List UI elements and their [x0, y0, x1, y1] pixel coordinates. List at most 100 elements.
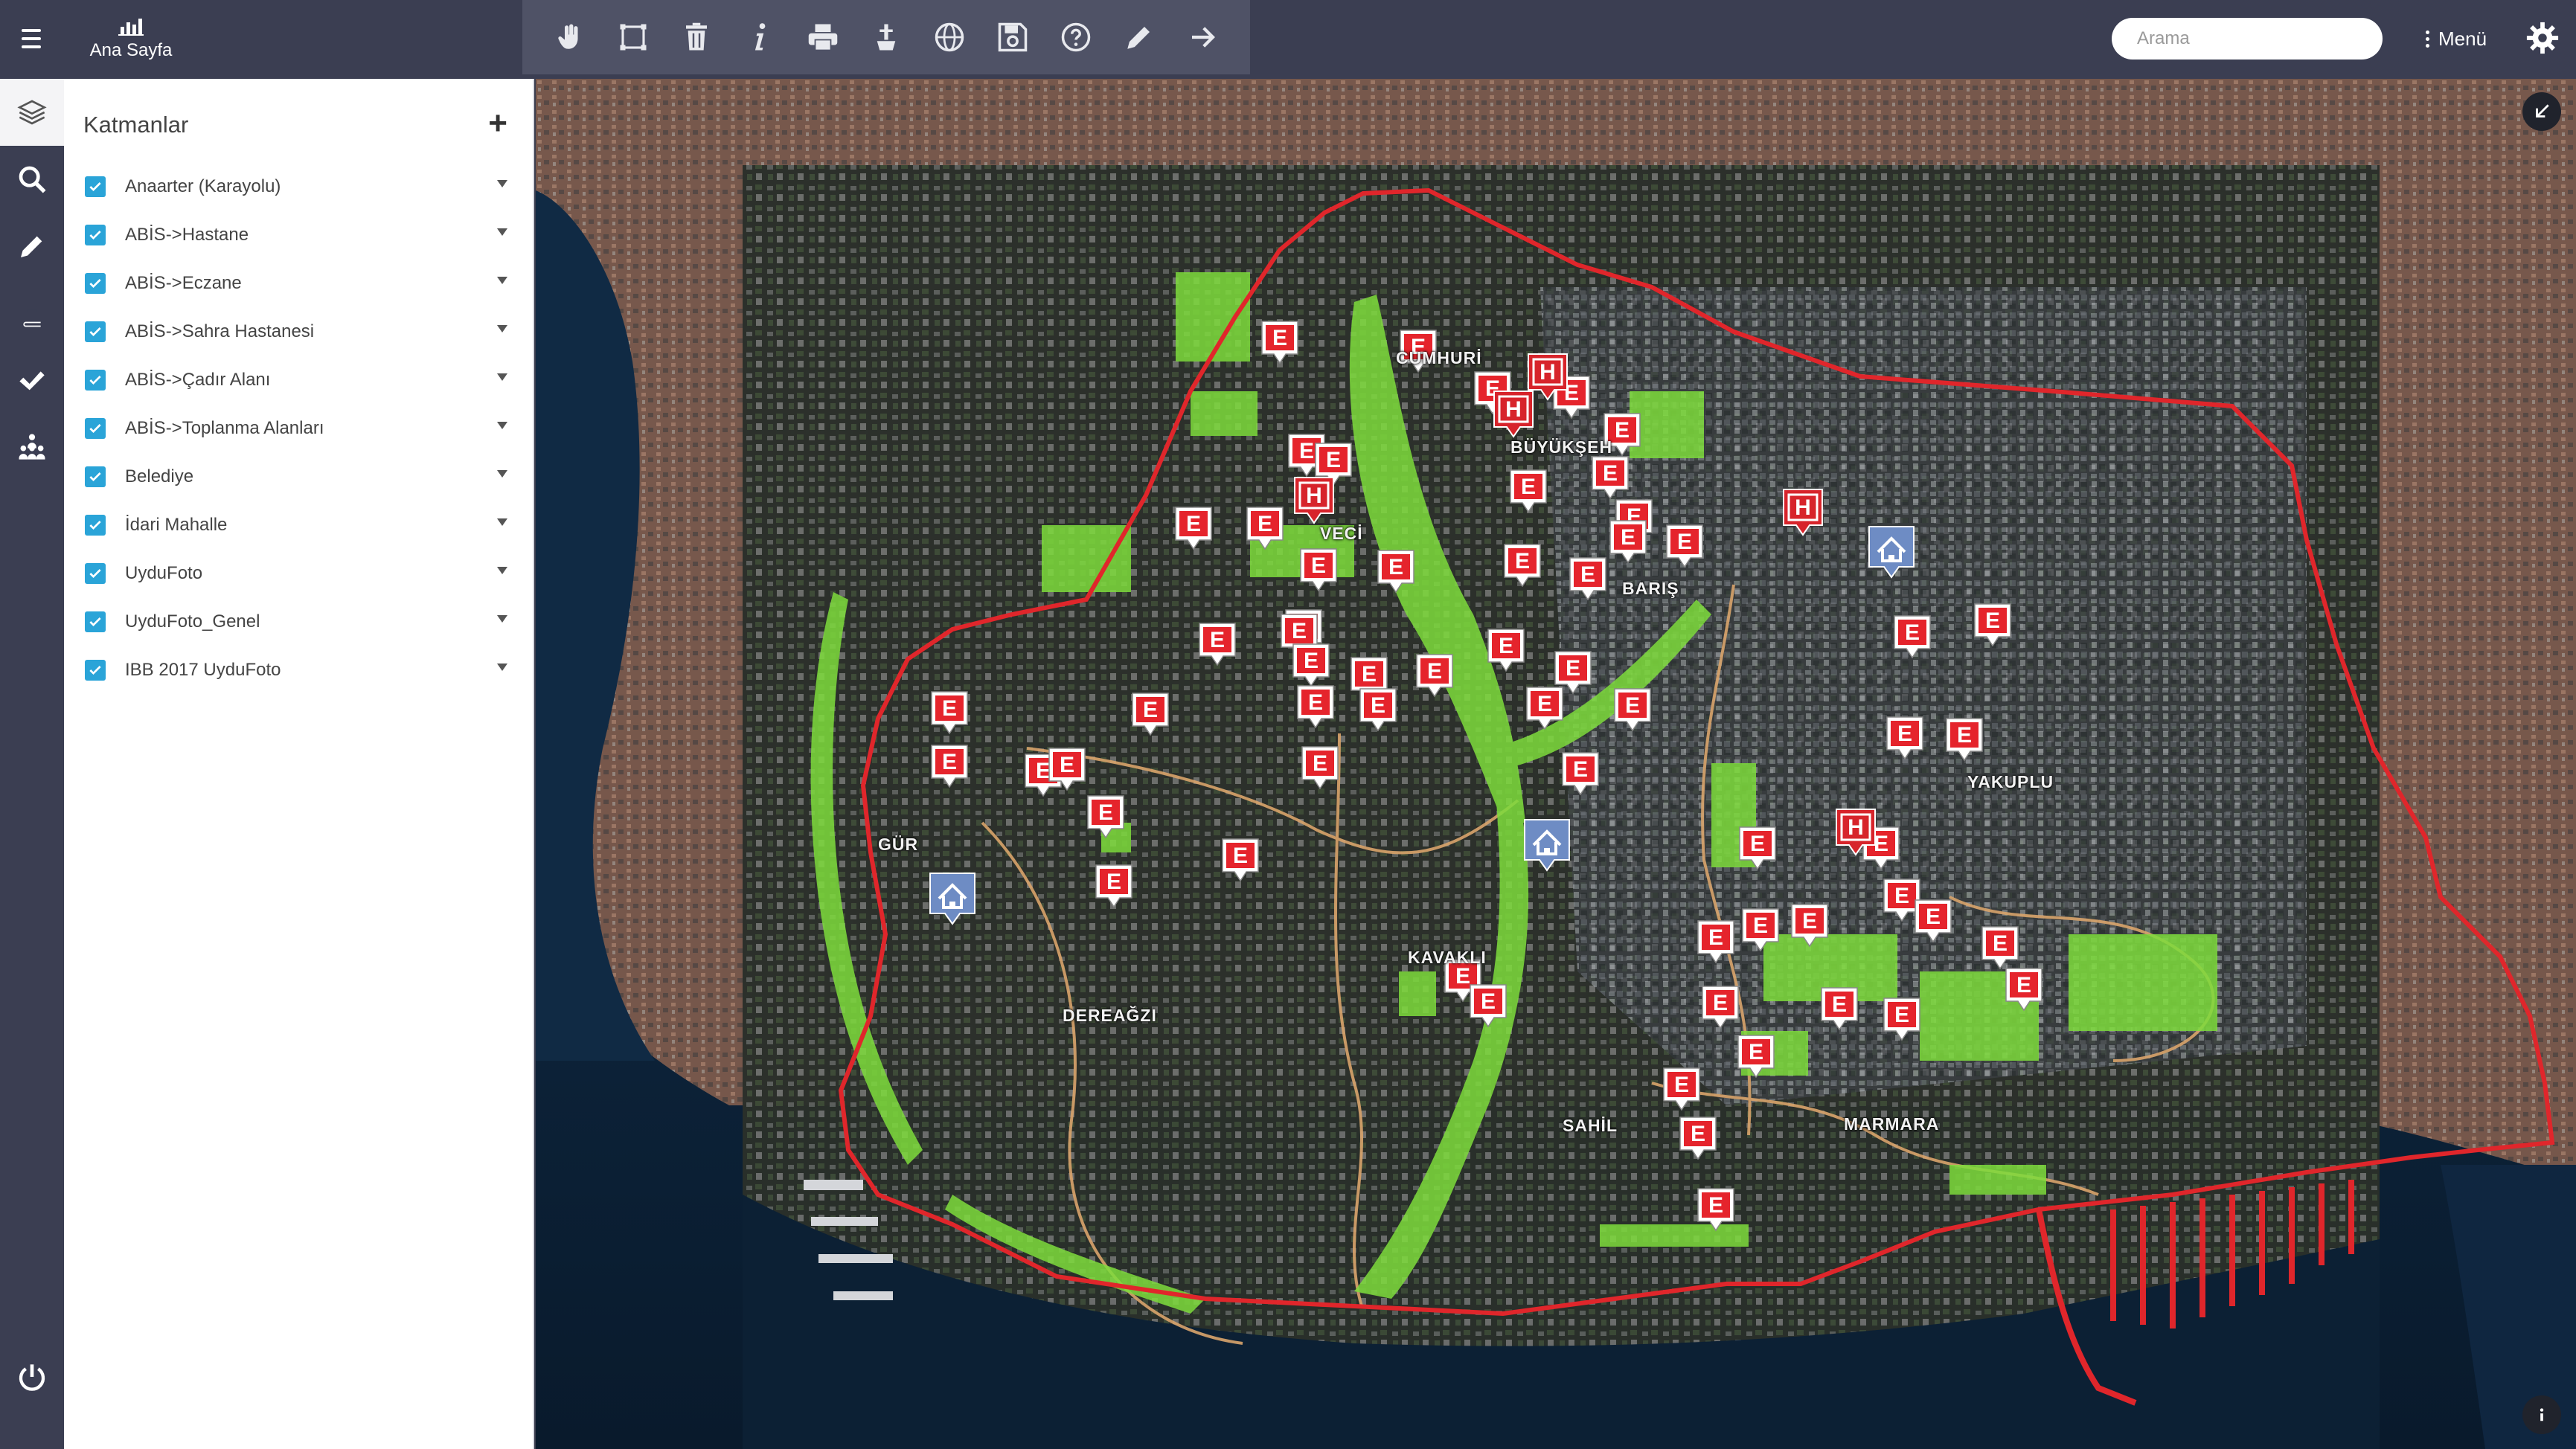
draw-tool[interactable] — [1117, 15, 1162, 60]
info-tool[interactable] — [737, 15, 782, 60]
layer-item: UyduFoto_Genel — [85, 597, 516, 646]
layer-checkbox[interactable] — [85, 466, 106, 487]
caret-down-icon[interactable] — [497, 567, 507, 574]
caret-down-icon[interactable] — [497, 518, 507, 526]
book-icon — [23, 301, 41, 327]
rail-check-button[interactable] — [0, 347, 64, 414]
layer-checkbox[interactable] — [85, 611, 106, 632]
hamburger-menu-icon[interactable] — [15, 22, 48, 55]
select-area-icon — [620, 24, 647, 51]
layers-icon — [17, 100, 47, 125]
layer-checkbox[interactable] — [85, 514, 106, 536]
neighborhood-label: SAHİL — [1563, 1116, 1618, 1135]
caret-down-icon[interactable] — [497, 325, 507, 332]
caret-down-icon[interactable] — [497, 422, 507, 429]
checkmark-icon — [89, 423, 101, 433]
neighborhood-label: BARIŞ — [1622, 579, 1679, 598]
pan-hand-tool[interactable] — [548, 15, 592, 60]
layer-item: ABİS->Sahra Hastanesi — [85, 307, 516, 356]
checkmark-icon — [89, 520, 101, 530]
delete-tool[interactable] — [674, 15, 719, 60]
layer-checkbox[interactable] — [85, 321, 106, 342]
print-tool[interactable] — [801, 15, 845, 60]
layer-checkbox[interactable] — [85, 369, 106, 391]
checkmark-icon — [89, 327, 101, 336]
menu-label: Menü — [2438, 27, 2487, 50]
select-area-tool[interactable] — [611, 15, 656, 60]
neighborhood-label: VECİ — [1320, 524, 1363, 543]
caret-down-icon[interactable] — [497, 180, 507, 187]
caret-down-icon[interactable] — [497, 470, 507, 478]
menu-button[interactable]: Menü — [2426, 22, 2487, 55]
layer-label: ABİS->Eczane — [125, 272, 242, 293]
rail-edit-button[interactable] — [0, 213, 64, 280]
logout-button[interactable] — [0, 1343, 64, 1410]
info-icon — [2540, 1408, 2544, 1421]
neighborhood-label: YAKUPLU — [1967, 772, 2054, 791]
layer-item: ABİS->Hastane — [85, 211, 516, 259]
layer-label: ABİS->Toplanma Alanları — [125, 417, 324, 438]
neighborhood-label: GÜR — [878, 835, 919, 854]
rail-search-button[interactable] — [0, 146, 64, 213]
rail-layers-button[interactable] — [0, 79, 64, 146]
layer-item: IBB 2017 UyduFoto — [85, 646, 516, 694]
arrow-right-icon — [1191, 27, 1215, 48]
search-input[interactable] — [2137, 28, 2368, 49]
layer-checkbox[interactable] — [85, 417, 106, 439]
layer-label: ABİS->Hastane — [125, 224, 249, 245]
bar-chart-icon — [118, 19, 144, 36]
map-info-button[interactable] — [2522, 1395, 2561, 1434]
forward-tool[interactable] — [1180, 15, 1225, 60]
layer-item: ABİS->Toplanma Alanları — [85, 404, 516, 452]
neighborhood-label: BÜYÜKŞEH — [1510, 437, 1613, 457]
layer-label: UyduFoto_Genel — [125, 611, 260, 632]
layer-item: ABİS->Çadır Alanı — [85, 356, 516, 404]
checkmark-icon — [89, 375, 101, 385]
layer-checkbox[interactable] — [85, 659, 106, 681]
layer-checkbox[interactable] — [85, 562, 106, 584]
layer-checkbox[interactable] — [85, 176, 106, 197]
caret-down-icon[interactable] — [497, 615, 507, 623]
layer-checkbox[interactable] — [85, 272, 106, 294]
checkmark-icon — [89, 617, 101, 626]
left-rail — [0, 79, 64, 1449]
caret-down-icon[interactable] — [497, 277, 507, 284]
measure-tool[interactable] — [864, 15, 909, 60]
collapse-map-button[interactable] — [2522, 92, 2561, 131]
neighborhood-label: CUMHURİ — [1396, 348, 1482, 367]
layer-label: Belediye — [125, 466, 194, 486]
layer-label: ABİS->Çadır Alanı — [125, 369, 271, 390]
print-icon — [808, 24, 838, 51]
trash-icon — [686, 22, 708, 51]
caret-down-icon[interactable] — [497, 664, 507, 671]
layer-item: UyduFoto — [85, 549, 516, 597]
users-icon — [19, 434, 45, 460]
rail-users-button[interactable] — [0, 414, 64, 481]
add-layer-button[interactable]: + — [488, 107, 507, 140]
gear-icon[interactable] — [2525, 21, 2560, 55]
check-icon — [19, 371, 45, 391]
search-box — [2112, 18, 2383, 60]
map-view[interactable]: E H — [536, 79, 2576, 1449]
layer-label: UyduFoto — [125, 562, 203, 583]
rail-book-button[interactable] — [0, 280, 64, 347]
layer-label: ABİS->Sahra Hastanesi — [125, 321, 315, 341]
layer-checkbox[interactable] — [85, 224, 106, 245]
top-bar: Ana Sayfa Arama Menü — [0, 0, 2576, 79]
help-icon — [1061, 22, 1090, 52]
checkmark-icon — [89, 181, 101, 191]
caret-down-icon[interactable] — [497, 228, 507, 236]
pan-hand-icon — [558, 24, 578, 49]
globe-icon — [935, 22, 964, 52]
neighborhood-label: KAVAKLI — [1408, 948, 1487, 967]
layers-panel: Katmanlar + Anaarter (Karayolu) ABİS->Ha… — [64, 79, 534, 1449]
measure-icon — [877, 24, 896, 51]
pencil-icon — [21, 236, 42, 257]
home-button[interactable]: Ana Sayfa — [71, 10, 190, 70]
map-canvas: E H — [536, 79, 2576, 1449]
help-tool[interactable] — [1054, 15, 1098, 60]
globe-tool[interactable] — [927, 15, 972, 60]
save-tool[interactable] — [990, 15, 1035, 60]
caret-down-icon[interactable] — [497, 373, 507, 381]
panel-title: Katmanlar — [83, 112, 189, 138]
